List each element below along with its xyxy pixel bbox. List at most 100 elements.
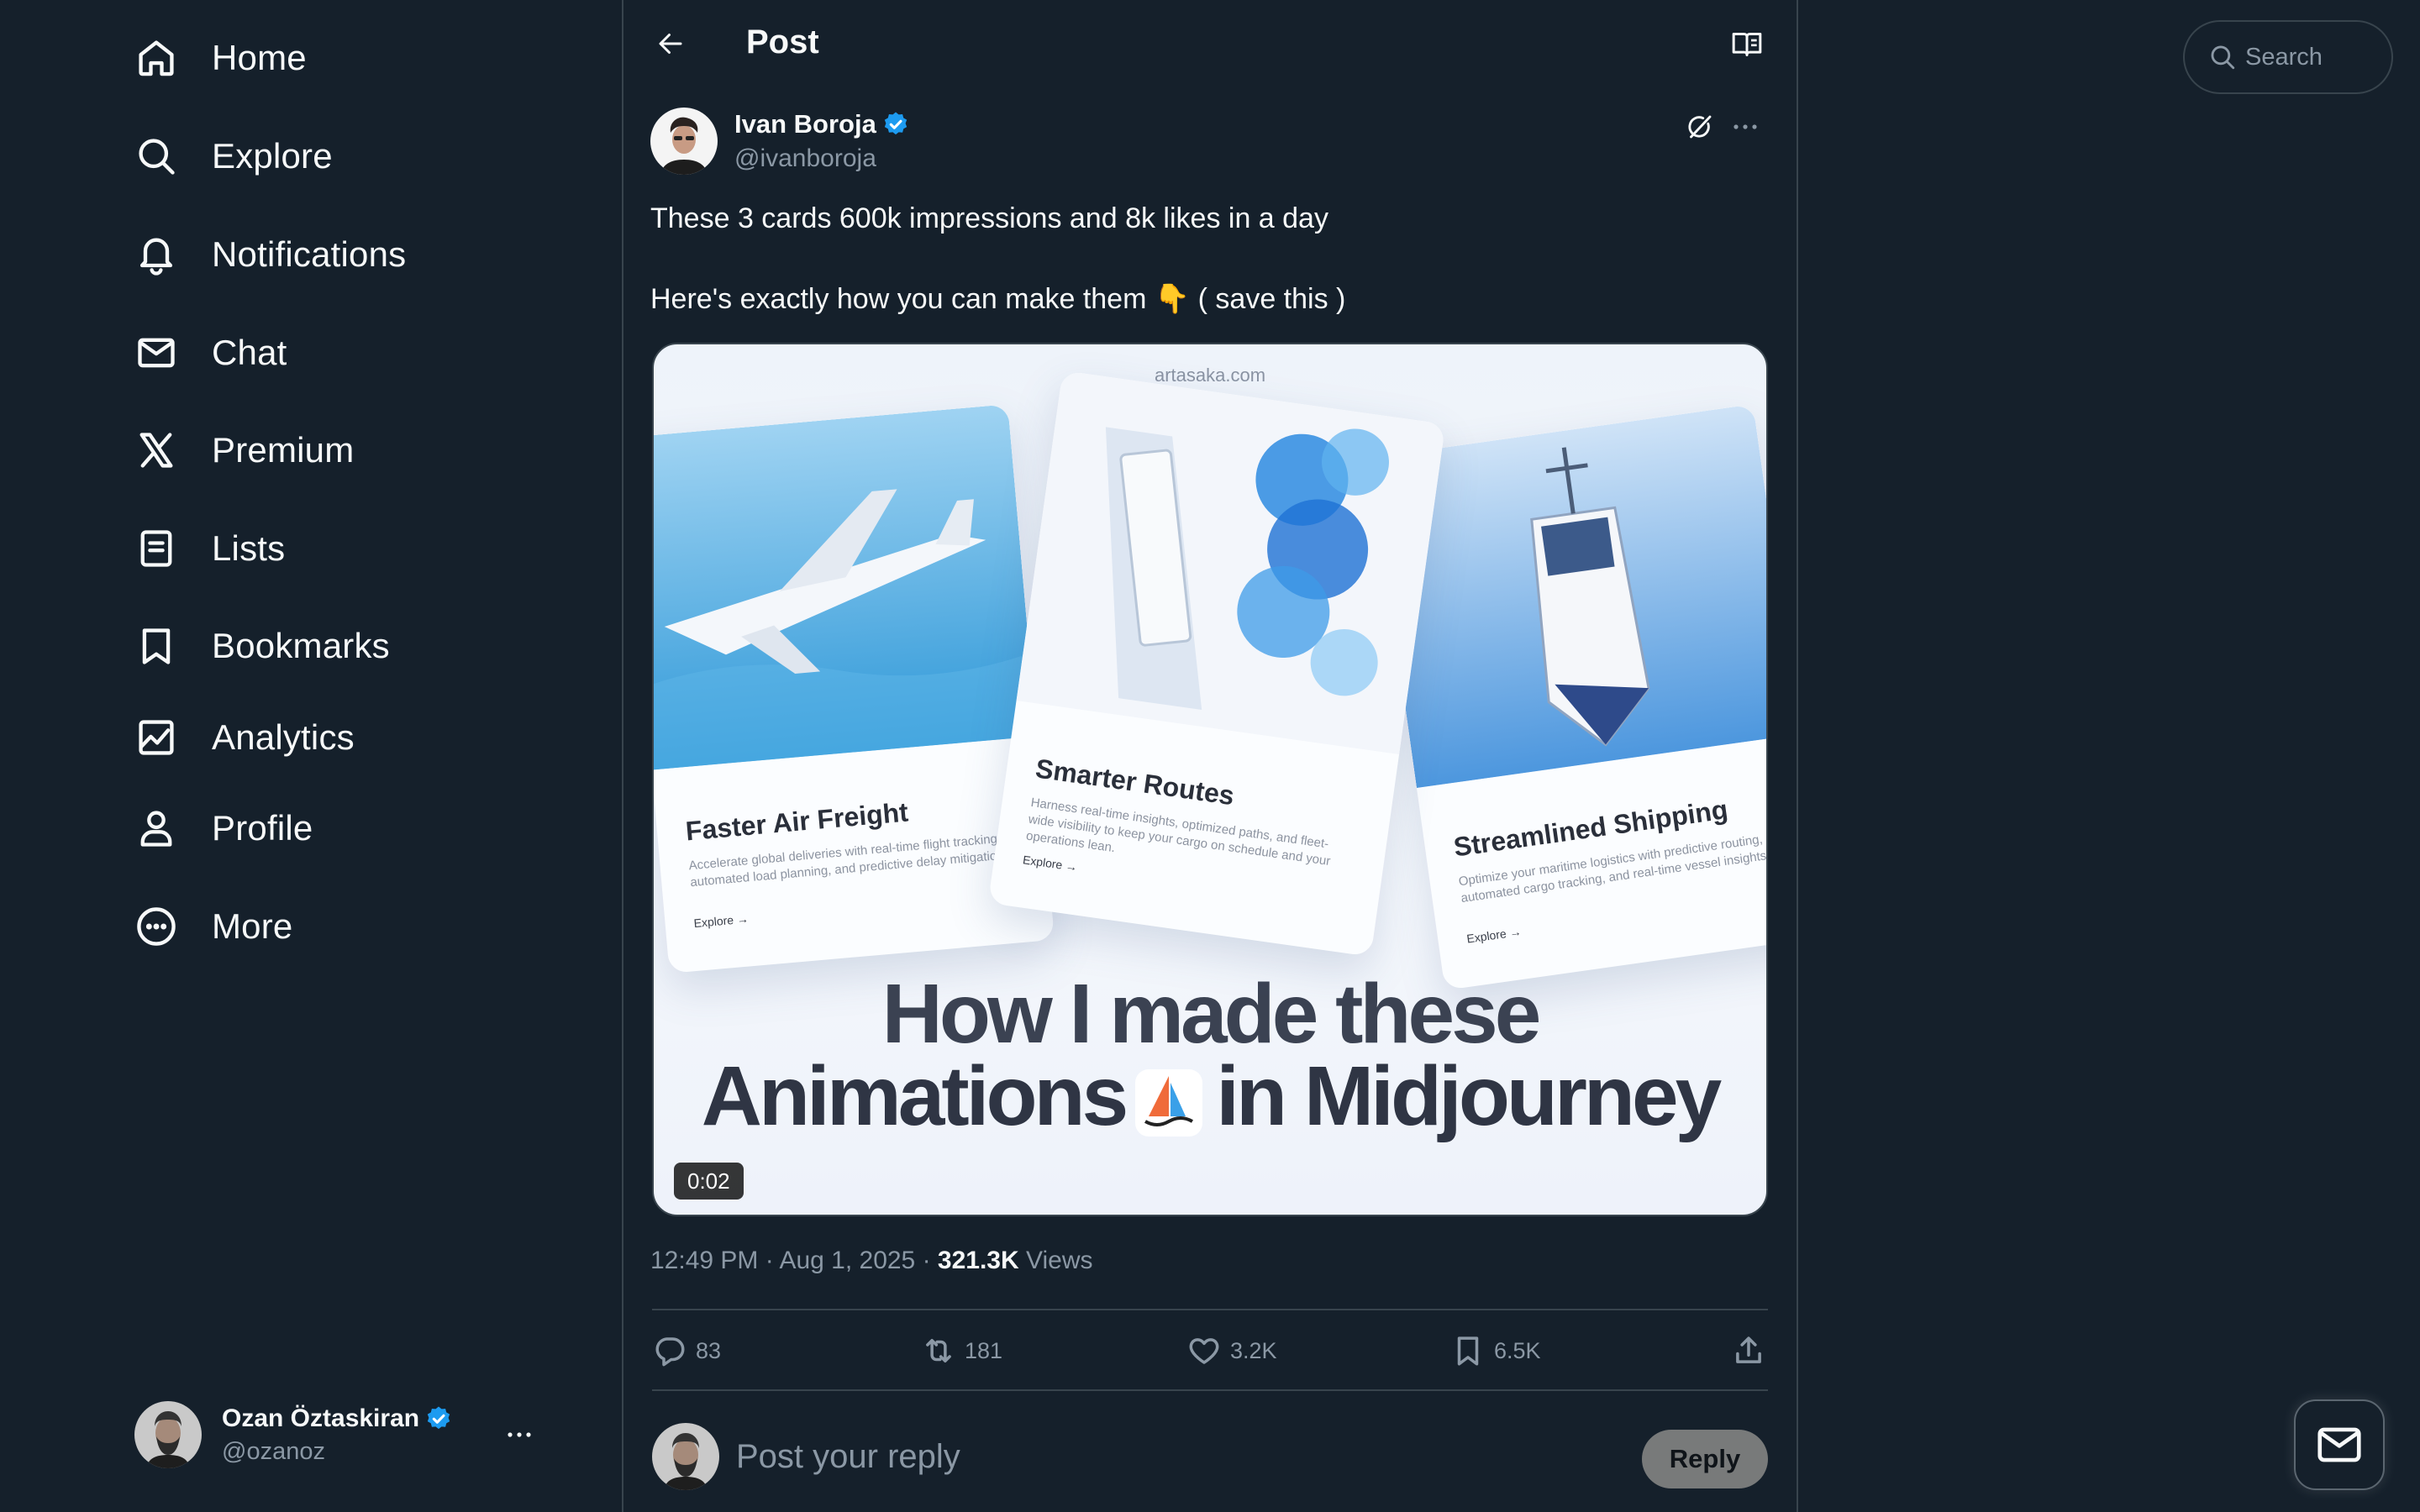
verified-badge-icon (427, 1406, 450, 1429)
account-handle: @ozanoz (222, 1437, 325, 1465)
composer-avatar (652, 1423, 719, 1490)
meta-separator: · (765, 1247, 780, 1274)
video-headline-line2: Animations in Midjourney (654, 1048, 1766, 1145)
nav-profile[interactable]: Profile (134, 795, 313, 862)
nav-home[interactable]: Home (134, 24, 307, 92)
search-input[interactable] (2245, 43, 2380, 71)
nav-premium-label: Premium (212, 430, 355, 470)
share-icon (1736, 1336, 1761, 1363)
post-video[interactable]: artasaka.com Faster Air Freight Accelera… (652, 343, 1768, 1216)
card-explore-link: Explore → (692, 911, 750, 931)
headline-part: Animations (701, 1049, 1128, 1143)
share-button[interactable] (1731, 1317, 1775, 1384)
account-name-row: Ozan Öztaskiran (222, 1404, 453, 1433)
author-handle[interactable]: @ivanboroja (734, 144, 876, 173)
media-card-smarter-routes: Smarter Routes Harness real-time insight… (987, 370, 1446, 957)
repost-icon (926, 1339, 951, 1362)
author-name[interactable]: Ivan Boroja (734, 109, 876, 139)
author-avatar[interactable] (650, 108, 718, 175)
reader-mode-icon[interactable] (1728, 25, 1766, 64)
author-name-row: Ivan Boroja (734, 109, 910, 139)
video-duration: 0:02 (674, 1163, 744, 1200)
nav-profile-label: Profile (212, 808, 313, 848)
nav-notifications[interactable]: Notifications (134, 221, 406, 288)
person-icon (134, 806, 178, 850)
post-date[interactable]: Aug 1, 2025 (779, 1247, 915, 1274)
meta-separator: · (922, 1247, 938, 1274)
account-name: Ozan Öztaskiran (222, 1404, 420, 1432)
card-title: Faster Air Freight (684, 796, 910, 847)
envelope-icon (2317, 1427, 2361, 1462)
nav-lists-label: Lists (212, 528, 286, 568)
heart-icon (1189, 1338, 1219, 1364)
home-icon (134, 36, 178, 80)
analytics-icon (134, 716, 178, 759)
search-icon (2211, 45, 2235, 70)
repost-count: 181 (965, 1337, 1003, 1363)
verified-badge-icon (884, 112, 908, 135)
nav-more[interactable]: More (134, 893, 293, 960)
card-description: Harness real-time insights, optimized pa… (1025, 795, 1332, 869)
nav-notifications-label: Notifications (212, 234, 407, 274)
reply-input[interactable] (736, 1433, 1375, 1480)
views-count: 321.3K (937, 1247, 1019, 1274)
repost-button[interactable]: 181 (921, 1317, 1002, 1384)
envelope-icon (134, 331, 178, 375)
post-time[interactable]: 12:49 PM (650, 1247, 758, 1274)
nav-lists[interactable]: Lists (134, 515, 285, 582)
nav-bookmarks[interactable]: Bookmarks (134, 612, 390, 680)
nav-explore-label: Explore (212, 136, 333, 176)
grok-icon[interactable] (1681, 108, 1719, 146)
post-actions: 83 181 3.2K 6.5K (652, 1317, 1768, 1384)
sailboat-icon (1135, 1068, 1203, 1137)
primary-nav: Home Explore Notifications Chat Premium … (0, 0, 622, 1512)
nav-chat[interactable]: Chat (134, 319, 287, 386)
like-button[interactable]: 3.2K (1186, 1317, 1277, 1384)
card-explore-link: Explore → (1465, 924, 1523, 946)
truck-illustration (1016, 370, 1446, 755)
reply-icon (655, 1337, 685, 1367)
bookmark-icon (134, 624, 178, 668)
messages-drawer-button[interactable] (2294, 1399, 2385, 1490)
account-more-icon[interactable] (501, 1418, 538, 1452)
nav-chat-label: Chat (212, 333, 287, 372)
airplane-illustration (654, 404, 1037, 770)
more-circle-icon (134, 905, 178, 948)
x-logo-icon (134, 428, 178, 472)
post-detail-column: Post Ivan Boroja @ivanboroja These 3 car… (622, 0, 1798, 1512)
nav-analytics-label: Analytics (212, 717, 355, 757)
post-header: Post (623, 0, 1797, 89)
card-explore-link: Explore → (1022, 853, 1079, 874)
search-icon (134, 134, 178, 178)
nav-analytics[interactable]: Analytics (134, 704, 355, 771)
divider (652, 1309, 1768, 1310)
reply-button[interactable]: 83 (652, 1317, 721, 1384)
post-text-line: These 3 cards 600k impressions and 8k li… (650, 202, 1328, 234)
nav-explore[interactable]: Explore (134, 123, 333, 190)
bookmark-button[interactable]: 6.5K (1450, 1317, 1541, 1384)
list-icon (134, 527, 178, 570)
reply-submit-button[interactable]: Reply (1642, 1430, 1768, 1488)
bookmark-count: 6.5K (1494, 1337, 1541, 1363)
account-avatar (134, 1401, 202, 1468)
reply-composer: Reply (652, 1421, 1770, 1492)
back-arrow-icon[interactable] (649, 22, 692, 66)
like-count: 3.2K (1230, 1337, 1277, 1363)
reply-count: 83 (696, 1337, 722, 1363)
post-text: These 3 cards 600k impressions and 8k li… (650, 198, 1760, 319)
nav-home-label: Home (212, 38, 307, 77)
page-title: Post (746, 24, 819, 60)
media-source-watermark: artasaka.com (1154, 365, 1266, 386)
nav-premium[interactable]: Premium (134, 417, 354, 484)
headline-part: in Midjourney (1216, 1049, 1722, 1143)
post-text-line: Here's exactly how you can make them 👇 (… (650, 283, 1346, 315)
post-meta: 12:49 PM · Aug 1, 2025 · 321.3K Views (650, 1247, 1093, 1275)
nav-bookmarks-label: Bookmarks (212, 626, 390, 665)
account-text: Ozan Öztaskiran @ozanoz (222, 1404, 453, 1466)
account-switcher[interactable]: Ozan Öztaskiran @ozanoz (134, 1399, 538, 1470)
bell-icon (134, 233, 178, 276)
post-more-icon[interactable] (1726, 108, 1765, 146)
divider (652, 1389, 1768, 1391)
search-box[interactable] (2183, 20, 2393, 94)
views-label: Views (1026, 1247, 1093, 1274)
